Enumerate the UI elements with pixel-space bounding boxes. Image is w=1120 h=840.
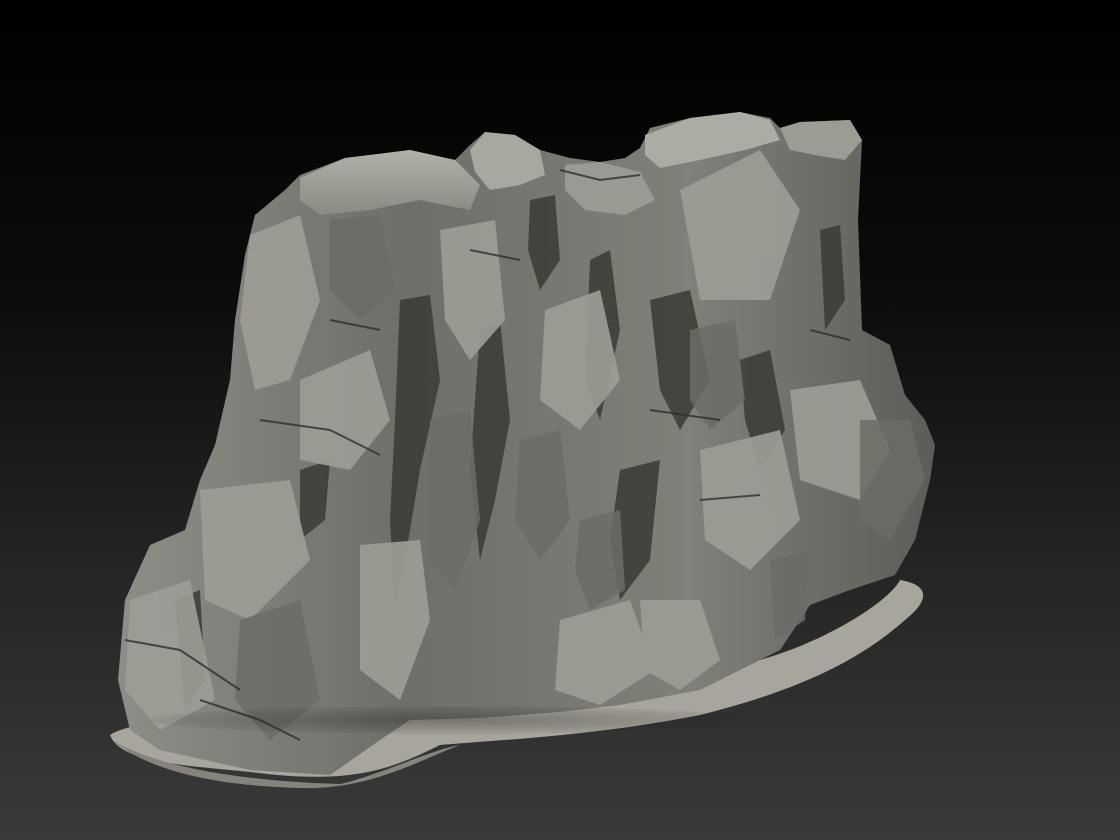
- 3d-viewport[interactable]: [0, 0, 1120, 840]
- rock-top-left: [300, 150, 480, 215]
- rock-sculpt: [110, 112, 935, 789]
